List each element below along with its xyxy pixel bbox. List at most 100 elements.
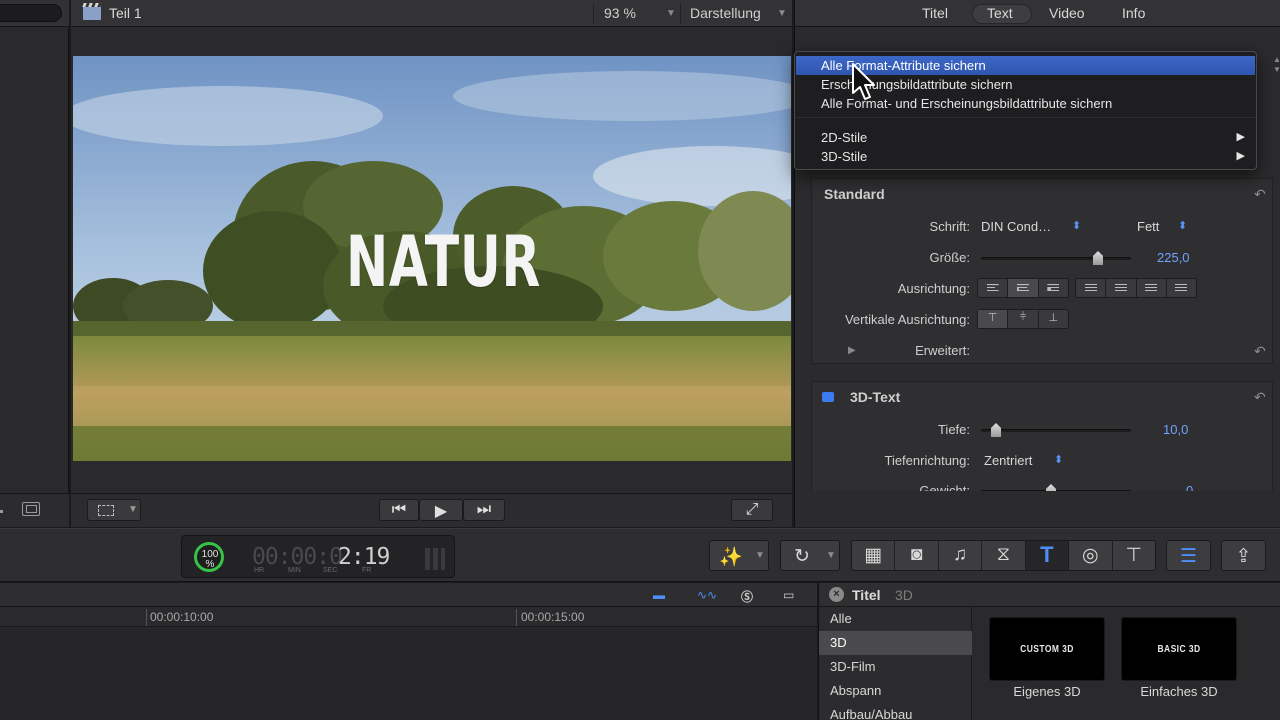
valign-top-icon: ⊤ — [987, 312, 998, 324]
align-left-button[interactable] — [978, 279, 1009, 297]
retime-icon: ↻ — [794, 546, 810, 567]
inspector-toggle-button[interactable]: ☰ — [1166, 540, 1211, 571]
size-slider[interactable] — [981, 251, 1131, 265]
title-thumbnail-custom-3d[interactable]: CUSTOM 3D — [989, 617, 1105, 681]
header-divider — [680, 3, 681, 24]
enable-checkbox[interactable] — [822, 392, 834, 402]
vertical-alignment-control[interactable]: ⊤ ⫩ ⊥ — [977, 309, 1069, 329]
filmstrip-icon[interactable] — [22, 502, 40, 516]
category-item[interactable]: Alle — [819, 607, 972, 631]
category-item[interactable]: Abspann — [819, 679, 972, 703]
chevron-down-icon[interactable]: ▼ — [128, 504, 138, 515]
share-button[interactable]: ⇪ — [1221, 540, 1266, 571]
title-overlay-text[interactable]: NATUR — [346, 221, 541, 303]
tab-text[interactable]: Text — [987, 5, 1013, 21]
browser-search-field[interactable] — [0, 4, 62, 22]
submenu-arrow-icon: ▶ — [1236, 150, 1245, 162]
view-menu[interactable]: Darstellung — [690, 5, 761, 21]
valign-top-button[interactable]: ⊤ — [978, 310, 1009, 328]
themes-browser-button[interactable]: ⊤ — [1113, 541, 1155, 570]
reset-icon[interactable]: ↶ — [1254, 186, 1266, 203]
style-stepper-icon[interactable]: ⬍ — [1178, 219, 1187, 232]
weight-slider[interactable] — [981, 484, 1131, 491]
ellipsis-icon[interactable] — [0, 510, 3, 513]
chevron-down-icon[interactable]: ▼ — [777, 8, 787, 19]
chevron-down-icon[interactable]: ▼ — [666, 8, 676, 19]
justify-full-button[interactable] — [1167, 279, 1196, 297]
video-frame[interactable]: NATUR — [73, 56, 791, 461]
menu-item-3d-styles[interactable]: 3D-Stile ▶ — [796, 147, 1255, 166]
camera-browser-button[interactable]: ◙ — [895, 541, 939, 570]
justify-right-button[interactable] — [1137, 279, 1167, 297]
enhancements-button[interactable]: ✨ ▼ — [709, 540, 769, 571]
skip-back-icon: ⏮ — [391, 501, 407, 518]
font-style-popup[interactable]: Fett — [1137, 219, 1159, 234]
section-title-standard[interactable]: Standard — [824, 186, 885, 202]
scroll-down-icon[interactable]: ▼ — [1273, 65, 1280, 74]
weight-value[interactable]: 0 — [1186, 483, 1193, 491]
scroll-up-icon[interactable]: ▲ — [1273, 55, 1280, 64]
align-right-button[interactable] — [1039, 279, 1068, 297]
magic-wand-icon: ✨ — [719, 547, 743, 568]
section-title-3d-text[interactable]: 3D-Text — [850, 389, 900, 405]
depth-direction-popup[interactable]: Zentriert — [984, 453, 1032, 468]
tab-info[interactable]: Info — [1122, 5, 1145, 21]
dashboard[interactable]: 100% 00:00:0 2:19 HR MIN SEC FR — [181, 535, 455, 578]
title-thumbnail-basic-3d[interactable]: BASIC 3D — [1121, 617, 1237, 681]
title-category-list: Alle 3D 3D-Film Abspann Aufbau/Abbau — [819, 607, 972, 720]
progress-unit: % — [205, 559, 215, 570]
timeline-ruler[interactable]: 00:00:10:00 00:00:15:00 — [0, 607, 817, 627]
timecode-unit-fr: FR — [362, 567, 372, 574]
transform-button[interactable]: ▼ — [87, 499, 141, 521]
reset-icon[interactable]: ↶ — [1254, 343, 1266, 360]
weight-slider-knob[interactable] — [1046, 484, 1056, 491]
timecode-unit-hr: HR — [254, 567, 265, 574]
depth-slider[interactable] — [981, 423, 1131, 437]
play-button[interactable]: ▶ — [419, 499, 463, 521]
next-edit-button[interactable]: ⏭ — [463, 499, 505, 521]
valign-middle-button[interactable]: ⫩ — [1008, 310, 1039, 328]
align-center-button[interactable] — [1008, 279, 1039, 297]
font-popup[interactable]: DIN Cond… — [981, 219, 1051, 234]
generators-browser-button[interactable]: ◎ — [1069, 541, 1113, 570]
text-title-icon: T — [1040, 542, 1054, 567]
video-only-icon[interactable]: ▬ — [653, 588, 665, 602]
depth-value[interactable]: 10,0 — [1163, 422, 1188, 437]
category-item[interactable]: Aufbau/Abbau — [819, 703, 972, 720]
justify-control[interactable] — [1075, 278, 1197, 298]
advanced-label[interactable]: Erweitert: — [852, 343, 970, 358]
tab-titel[interactable]: Titel — [922, 5, 948, 21]
category-item[interactable]: 3D-Film — [819, 655, 972, 679]
justify-center-button[interactable] — [1106, 279, 1137, 297]
vertical-alignment-label: Vertikale Ausrichtung: — [844, 312, 970, 327]
previous-edit-button[interactable]: ⏮ — [379, 499, 419, 521]
reset-icon[interactable]: ↶ — [1254, 389, 1266, 406]
valign-bottom-button[interactable]: ⊥ — [1039, 310, 1068, 328]
fullscreen-button[interactable]: ⤢ — [731, 499, 773, 521]
retime-button[interactable]: ↻ ▼ — [780, 540, 840, 571]
solo-icon[interactable]: Ⓢ — [741, 588, 753, 605]
tab-video[interactable]: Video — [1049, 5, 1085, 21]
close-icon[interactable]: × — [829, 587, 844, 602]
transitions-browser-button[interactable]: ⧖ — [982, 541, 1026, 570]
alignment-control[interactable] — [977, 278, 1069, 298]
inspector-scroll-arrows[interactable]: ▲ ▼ — [1273, 45, 1280, 85]
titles-browser-button[interactable]: T — [1025, 541, 1070, 570]
timecode-unit-min: MIN — [288, 567, 301, 574]
ruler-label: 00:00:15:00 — [521, 610, 585, 624]
zoom-menu[interactable]: 93 % — [604, 5, 636, 21]
category-item[interactable]: 3D — [819, 631, 972, 655]
menu-item-2d-styles[interactable]: 2D-Stile ▶ — [796, 128, 1255, 147]
music-browser-button[interactable]: ♫ — [939, 541, 983, 570]
size-slider-knob[interactable] — [1093, 251, 1103, 265]
skimming-icon[interactable]: ▭ — [783, 588, 794, 602]
font-stepper-icon[interactable]: ⬍ — [1072, 219, 1081, 232]
timeline[interactable]: ▬ ∿∿ Ⓢ ▭ 00:00:10:00 00:00:15:00 — [0, 583, 817, 720]
direction-stepper-icon[interactable]: ⬍ — [1054, 453, 1063, 466]
depth-slider-knob[interactable] — [991, 423, 1001, 437]
justify-left-button[interactable] — [1076, 279, 1107, 297]
play-icon: ▶ — [434, 503, 448, 520]
size-value[interactable]: 225,0 — [1157, 250, 1190, 265]
audio-waveform-icon[interactable]: ∿∿ — [697, 588, 717, 602]
photo-browser-button[interactable]: ▦ — [852, 541, 896, 570]
